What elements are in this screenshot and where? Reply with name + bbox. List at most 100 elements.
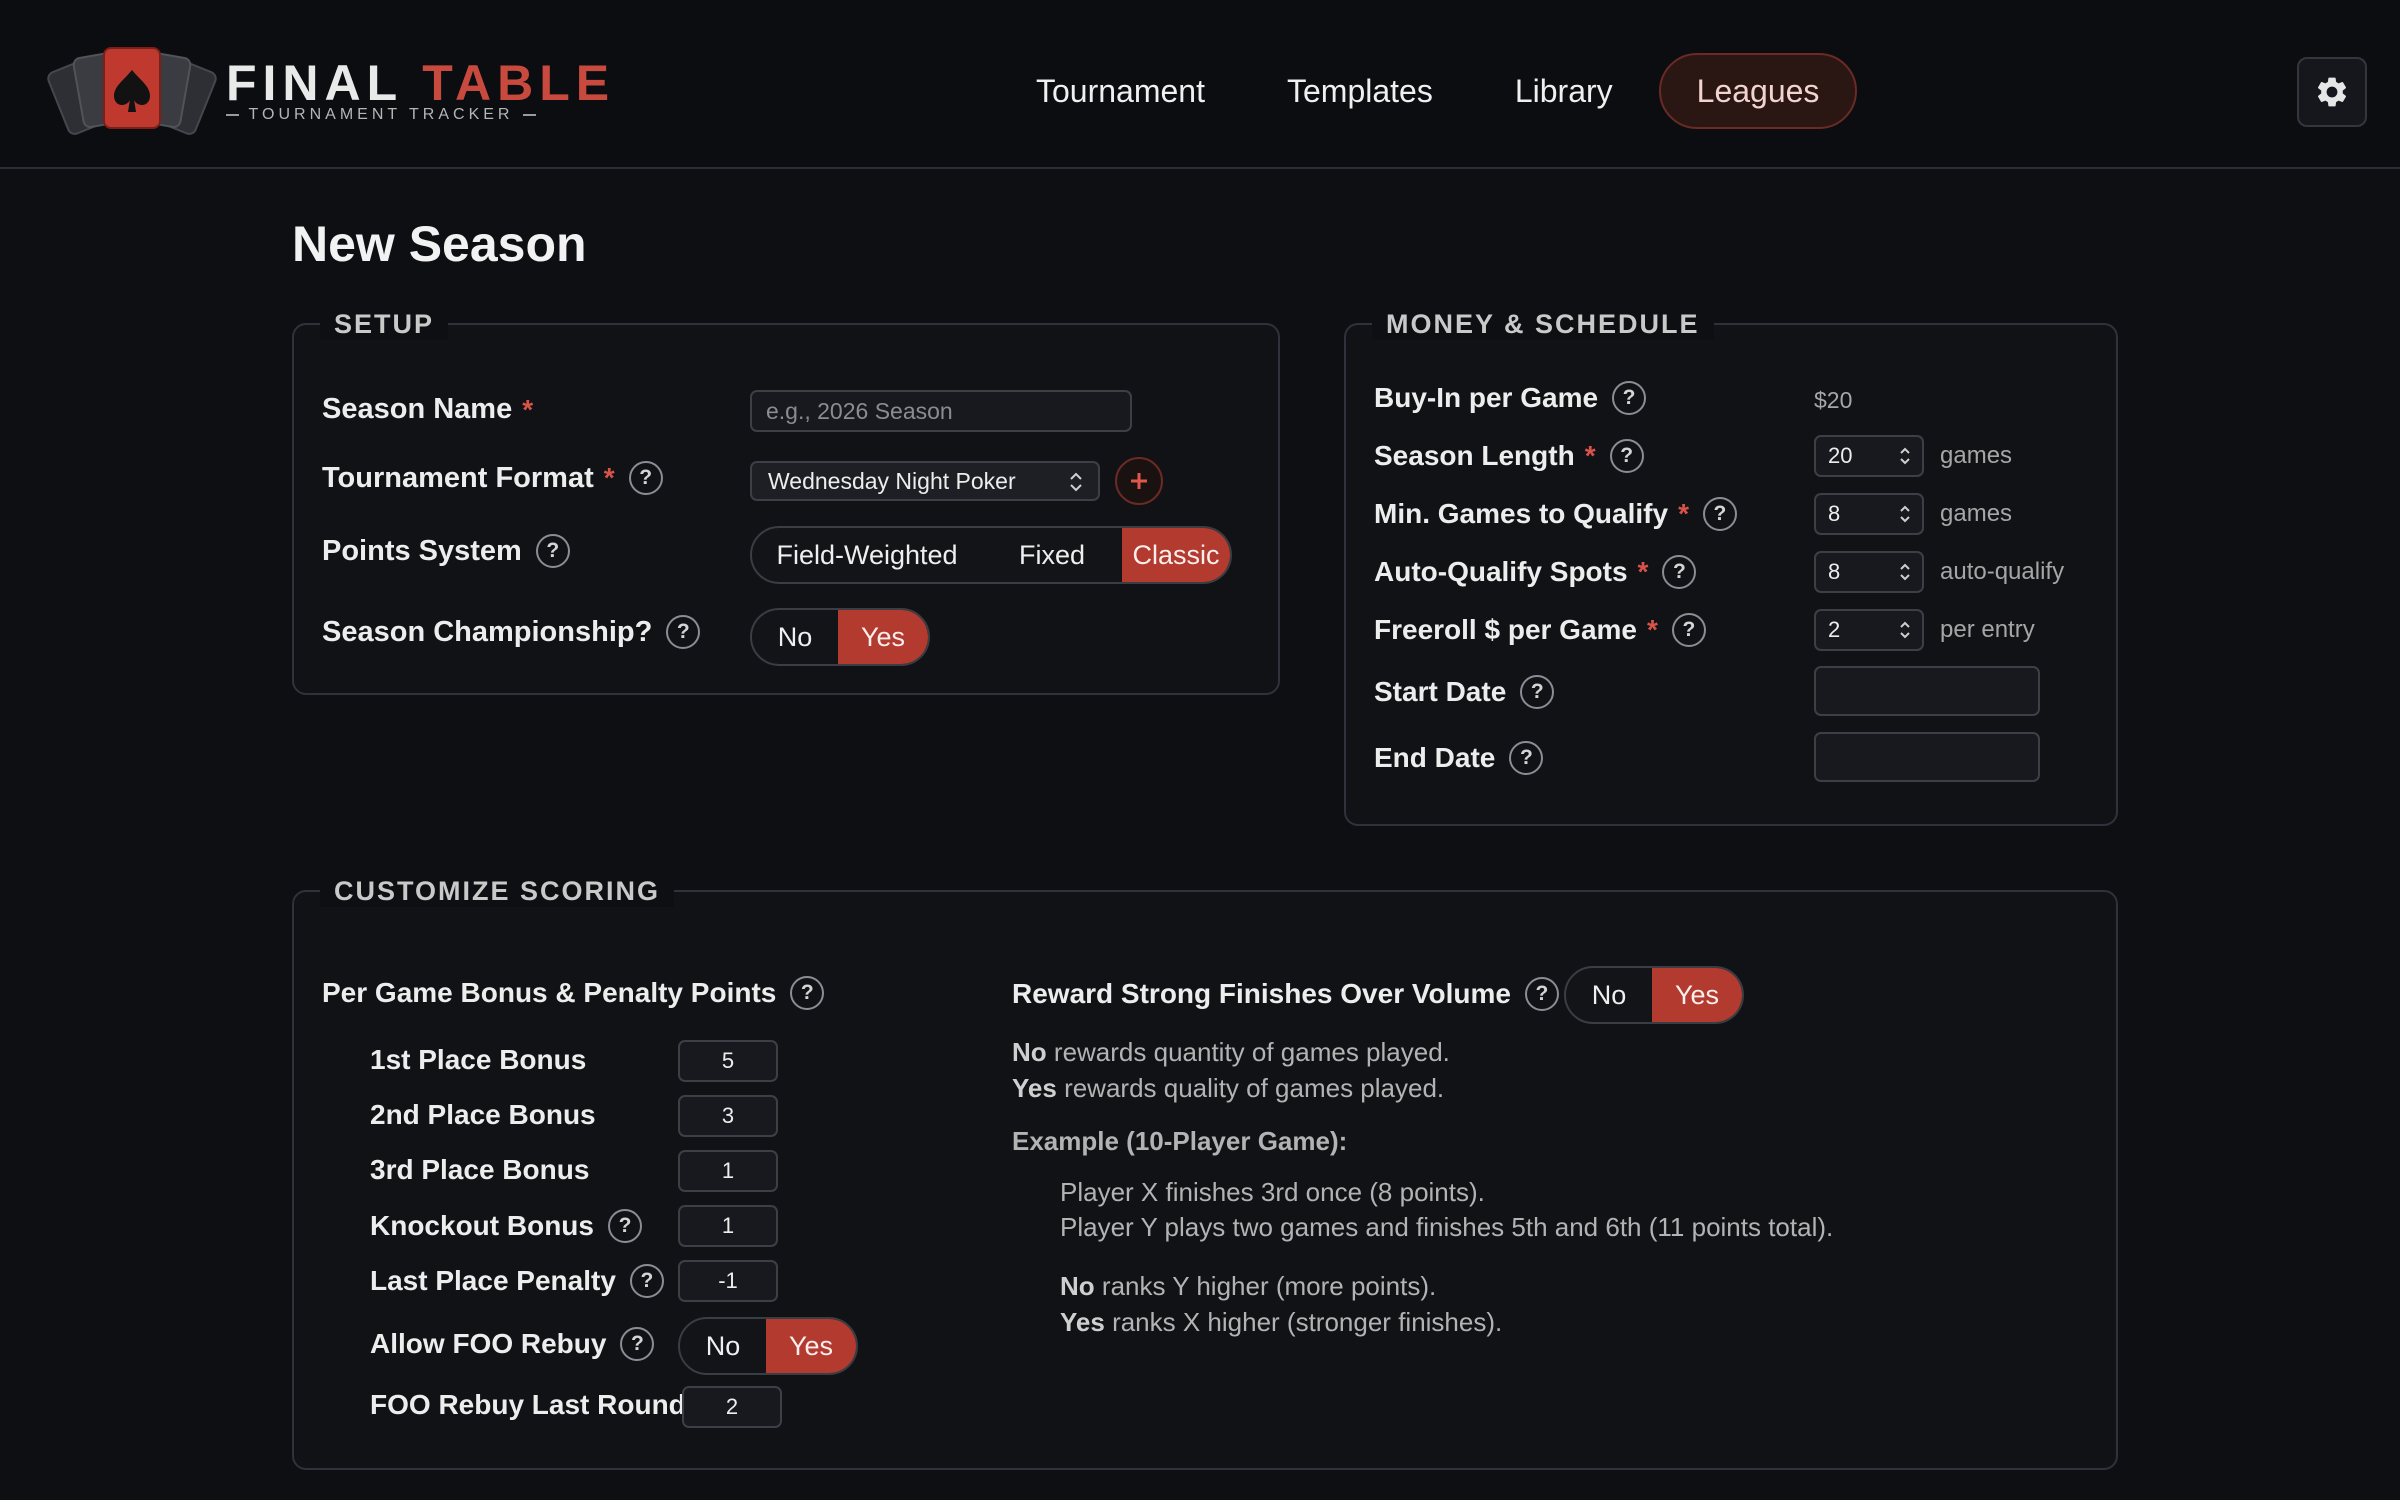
keyword-yes: Yes (1012, 1073, 1057, 1103)
third-place-input[interactable]: 1 (678, 1150, 778, 1192)
nav-leagues[interactable]: Leagues (1658, 53, 1858, 129)
required-asterisk: * (522, 393, 534, 425)
foo-last-round-input[interactable]: 2 (682, 1386, 782, 1428)
season-length-label: Season Length (1374, 440, 1575, 471)
bonus-heading-row: Per Game Bonus & Penalty Points ? (322, 976, 825, 1010)
help-icon[interactable]: ? (1662, 555, 1697, 589)
help-icon[interactable]: ? (790, 976, 825, 1010)
reward-yes-text: rewards quality of games played. (1064, 1073, 1445, 1103)
championship-yes-option[interactable]: Yes (838, 610, 928, 664)
logo-subtitle: TOURNAMENT TRACKER (226, 106, 537, 124)
second-place-row: 2nd Place Bonus (370, 1099, 596, 1131)
gear-icon (2317, 77, 2347, 107)
help-icon[interactable]: ? (1609, 439, 1644, 473)
result-no-text: ranks Y higher (more points). (1101, 1271, 1437, 1301)
foo-last-round-row: FOO Rebuy Last Round (370, 1389, 686, 1421)
nav-templates[interactable]: Templates (1251, 53, 1469, 129)
points-field-weighted-option[interactable]: Field-Weighted (752, 528, 982, 582)
first-place-input[interactable]: 5 (678, 1040, 778, 1082)
end-date-input[interactable] (1814, 732, 2040, 782)
points-fixed-option[interactable]: Fixed (982, 528, 1122, 582)
championship-no-option[interactable]: No (752, 610, 838, 664)
auto-qualify-input[interactable]: 8 (1814, 551, 1924, 593)
example-player-y: Player Y plays two games and finishes 5t… (1060, 1212, 1834, 1242)
add-format-button[interactable] (1115, 457, 1163, 505)
reward-no-option[interactable]: No (1566, 968, 1652, 1022)
tournament-format-row: Tournament Format * ? (322, 461, 663, 495)
help-icon[interactable]: ? (1612, 381, 1647, 415)
knockout-row: Knockout Bonus ? (370, 1209, 642, 1243)
logo-word-final: FINAL (226, 55, 403, 111)
points-system-label: Points System (322, 534, 522, 567)
reward-strong-row: Reward Strong Finishes Over Volume ? (1012, 977, 1559, 1011)
customize-scoring-panel: CUSTOMIZE SCORING Per Game Bonus & Penal… (292, 876, 2118, 1470)
end-date-label: End Date (1374, 742, 1496, 773)
second-place-value: 3 (721, 1103, 735, 1128)
points-classic-option[interactable]: Classic (1122, 528, 1230, 582)
playing-cards-logo-icon (47, 47, 217, 135)
stepper-icon (1900, 447, 1910, 465)
help-icon[interactable]: ? (1524, 977, 1559, 1011)
freeroll-input[interactable]: 2 (1814, 609, 1924, 651)
logo-rule (226, 114, 239, 116)
setup-legend: SETUP (320, 309, 449, 340)
min-games-label: Min. Games to Qualify (1374, 498, 1669, 529)
help-icon[interactable]: ? (629, 1264, 664, 1298)
foo-last-round-value: 2 (725, 1394, 739, 1419)
season-name-input[interactable] (750, 390, 1132, 432)
foo-rebuy-yes-option[interactable]: Yes (766, 1319, 856, 1373)
help-icon[interactable]: ? (535, 534, 570, 568)
freeroll-label: Freeroll $ per Game (1374, 614, 1638, 645)
foo-rebuy-no-option[interactable]: No (680, 1319, 766, 1373)
plus-icon (1131, 473, 1147, 489)
keyword-no: No (1060, 1271, 1095, 1301)
help-icon[interactable]: ? (608, 1209, 642, 1243)
foo-rebuy-toggle: No Yes (678, 1317, 858, 1375)
settings-button[interactable] (2297, 57, 2367, 127)
help-icon[interactable]: ? (620, 1327, 655, 1361)
logo-word-table: TABLE (422, 55, 616, 111)
help-icon[interactable]: ? (1509, 741, 1544, 775)
select-chevron-icon (1070, 472, 1082, 492)
season-championship-row: Season Championship? ? (322, 615, 701, 649)
knockout-input[interactable]: 1 (678, 1205, 778, 1247)
reward-strong-toggle: No Yes (1564, 966, 1744, 1024)
setup-panel: SETUP Season Name * Tournament Format * … (292, 309, 1280, 695)
required-asterisk: * (1678, 498, 1689, 529)
first-place-label: 1st Place Bonus (370, 1044, 587, 1075)
last-place-input[interactable]: -1 (678, 1260, 778, 1302)
third-place-row: 3rd Place Bonus (370, 1154, 589, 1186)
help-icon[interactable]: ? (1520, 675, 1555, 709)
app-logo[interactable]: FINAL TABLE TOURNAMENT TRACKER (46, 44, 609, 136)
nav-tournament[interactable]: Tournament (1000, 53, 1241, 129)
help-icon[interactable]: ? (1702, 497, 1737, 531)
help-icon[interactable]: ? (666, 615, 701, 649)
start-date-input[interactable] (1814, 666, 2040, 716)
stepper-icon (1900, 621, 1910, 639)
logo-title: FINAL TABLE (226, 58, 615, 108)
second-place-input[interactable]: 3 (678, 1095, 778, 1137)
season-length-input[interactable]: 20 (1814, 435, 1924, 477)
help-icon[interactable]: ? (628, 461, 663, 495)
help-icon[interactable]: ? (1671, 613, 1706, 647)
customize-scoring-legend: CUSTOMIZE SCORING (320, 876, 675, 907)
stepper-icon (1900, 563, 1910, 581)
buyin-label: Buy-In per Game (1374, 382, 1599, 413)
nav-library[interactable]: Library (1479, 53, 1649, 129)
reward-yes-option[interactable]: Yes (1652, 968, 1742, 1022)
bonus-heading: Per Game Bonus & Penalty Points (322, 977, 777, 1008)
auto-qualify-value: 8 (1828, 559, 1841, 584)
auto-qualify-row: Auto-Qualify Spots * ? (1374, 555, 1697, 589)
foo-last-round-label: FOO Rebuy Last Round (370, 1389, 686, 1420)
keyword-yes: Yes (1060, 1307, 1105, 1337)
season-length-value: 20 (1828, 443, 1853, 468)
min-games-input[interactable]: 8 (1814, 493, 1924, 535)
required-asterisk: * (603, 462, 615, 493)
start-date-label: Start Date (1374, 676, 1507, 707)
example-player-x: Player X finishes 3rd once (8 points). (1060, 1177, 1485, 1207)
end-date-row: End Date ? (1374, 741, 1544, 775)
auto-qualify-label: Auto-Qualify Spots (1374, 556, 1628, 587)
tournament-format-select[interactable]: Wednesday Night Poker (750, 461, 1100, 501)
stepper-icon (1900, 505, 1910, 523)
freeroll-row: Freeroll $ per Game * ? (1374, 613, 1706, 647)
